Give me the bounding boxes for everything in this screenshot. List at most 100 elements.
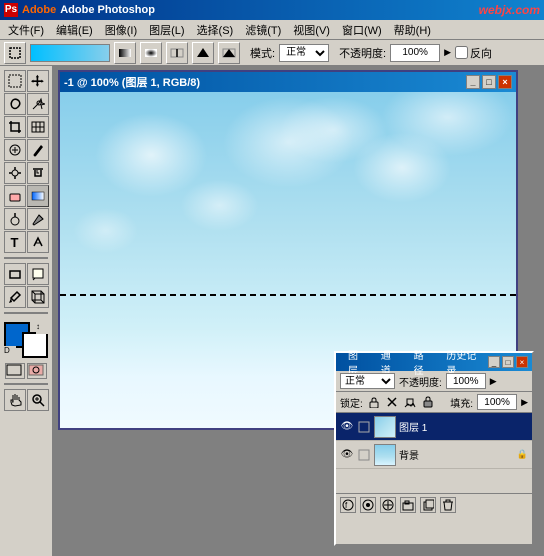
fill-label: 填充: [450, 395, 473, 410]
left-toolbar: T D ↕ [0, 66, 54, 556]
zoom-tool[interactable] [27, 389, 49, 411]
layers-panel-controls: _ □ × [488, 356, 528, 368]
gradient-tool[interactable] [27, 185, 49, 207]
title-bar: Ps Adobe Adobe Photoshop webjx.com [0, 0, 544, 20]
lock-position-icon[interactable] [385, 395, 399, 409]
fill-input[interactable] [477, 394, 517, 410]
move-tool[interactable] [27, 70, 49, 92]
shape-tool[interactable] [4, 263, 26, 285]
lock-row: 锁定: 填充: ▶ [336, 392, 532, 413]
reverse-label: 反向 [470, 45, 492, 61]
gradient-type-4[interactable] [192, 42, 214, 64]
layer-lock-indicator: 🔒 [517, 449, 528, 460]
mode-select[interactable]: 正常 [279, 44, 329, 62]
layer-name: 背景 [399, 447, 514, 462]
gradient-preview[interactable] [30, 44, 110, 62]
clone-tool[interactable] [4, 162, 26, 184]
brush-tool[interactable] [27, 139, 49, 161]
3d-tool[interactable] [27, 286, 49, 308]
lock-pixels-icon[interactable] [367, 395, 381, 409]
layers-panel-titlebar: 图层 通道 路径 历史记录 _ □ × [336, 353, 532, 371]
layer-thumbnail [374, 416, 396, 438]
layer-effects-button[interactable]: f [340, 497, 356, 513]
text-tool[interactable]: T [4, 231, 26, 253]
opacity-input[interactable] [390, 44, 440, 62]
lock-image-icon[interactable] [403, 395, 417, 409]
gradient-type-5[interactable] [218, 42, 240, 64]
toolbar-divider-1 [4, 257, 48, 259]
slice-tool[interactable] [27, 116, 49, 138]
close-document-button[interactable]: × [498, 75, 512, 89]
opacity-label: 不透明度: [399, 374, 442, 389]
menu-file[interactable]: 文件(F) [2, 20, 50, 40]
options-bar: 模式: 正常 不透明度: ▶ 反向 [0, 40, 544, 66]
switch-colors[interactable]: ↕ [36, 322, 48, 334]
menu-image[interactable]: 图像(I) [99, 20, 143, 40]
magic-wand-tool[interactable] [27, 93, 49, 115]
layer-visibility-icon[interactable]: 👁 [340, 420, 354, 434]
layers-bottom-toolbar: f [336, 493, 532, 515]
app-icon: Ps [4, 3, 18, 17]
menu-filter[interactable]: 滤镜(T) [239, 20, 287, 40]
canvas-area: -1 @ 100% (图层 1, RGB/8) _ □ × 图层 通道 路径 [54, 66, 544, 556]
layer-thumbnail [374, 444, 396, 466]
hand-tool[interactable] [4, 389, 26, 411]
menu-window[interactable]: 窗口(W) [336, 20, 388, 40]
opacity-label: 不透明度: [339, 45, 386, 61]
menu-select[interactable]: 选择(S) [191, 20, 240, 40]
heal-tool[interactable] [4, 139, 26, 161]
marquee-tool[interactable] [4, 70, 26, 92]
toolbar-divider-2 [4, 312, 48, 314]
layers-maximize[interactable]: □ [502, 356, 514, 368]
standard-mode[interactable] [5, 363, 25, 379]
layer-visibility-icon[interactable]: 👁 [340, 448, 354, 462]
pen-tool[interactable] [27, 208, 49, 230]
options-tool-icon[interactable] [4, 42, 26, 64]
svg-text:f: f [345, 501, 348, 510]
default-colors[interactable]: D [4, 346, 16, 358]
layer-chain-icon [357, 448, 371, 462]
path-select-tool[interactable] [27, 231, 49, 253]
lock-label: 锁定: [340, 395, 363, 410]
eraser-tool[interactable] [4, 185, 26, 207]
layers-close[interactable]: × [516, 356, 528, 368]
layers-minimize[interactable]: _ [488, 356, 500, 368]
menu-edit[interactable]: 编辑(E) [50, 20, 99, 40]
fill-arrow[interactable]: ▶ [521, 397, 528, 408]
menu-help[interactable]: 帮助(H) [388, 20, 437, 40]
crop-tool[interactable] [4, 116, 26, 138]
layer-item[interactable]: 👁 图层 1 [336, 413, 532, 441]
reverse-check[interactable]: 反向 [455, 45, 492, 61]
maximize-button[interactable]: □ [482, 75, 496, 89]
lock-all-icon[interactable] [421, 395, 435, 409]
layer-opacity-input[interactable] [446, 373, 486, 389]
new-layer-button[interactable] [420, 497, 436, 513]
layer-mode-select[interactable]: 正常 [340, 373, 395, 389]
lasso-tool[interactable] [4, 93, 26, 115]
eyedropper-tool[interactable] [4, 286, 26, 308]
dodge-tool[interactable] [4, 208, 26, 230]
layer-opacity-arrow[interactable]: ▶ [490, 376, 497, 387]
quick-mask-mode[interactable] [27, 363, 47, 379]
menu-view[interactable]: 视图(V) [287, 20, 336, 40]
document-controls: _ □ × [466, 75, 512, 89]
gradient-type-1[interactable] [114, 42, 136, 64]
workspace: T D ↕ [0, 66, 544, 556]
menu-layer[interactable]: 图层(L) [143, 20, 190, 40]
delete-layer-button[interactable] [440, 497, 456, 513]
minimize-button[interactable]: _ [466, 75, 480, 89]
notes-tool[interactable] [27, 263, 49, 285]
gradient-type-3[interactable] [166, 42, 188, 64]
gradient-type-2[interactable] [140, 42, 162, 64]
add-mask-button[interactable] [360, 497, 376, 513]
background-color[interactable] [22, 332, 48, 358]
add-adjustment-button[interactable] [380, 497, 396, 513]
app-title: Adobe Photoshop [60, 4, 155, 16]
reverse-checkbox[interactable] [455, 46, 468, 59]
toolbar-divider-3 [4, 383, 48, 385]
opacity-arrow[interactable]: ▶ [444, 47, 451, 58]
history-tool[interactable] [27, 162, 49, 184]
layer-item[interactable]: 👁 背景 🔒 [336, 441, 532, 469]
layer-name: 图层 1 [399, 419, 528, 434]
add-group-button[interactable] [400, 497, 416, 513]
